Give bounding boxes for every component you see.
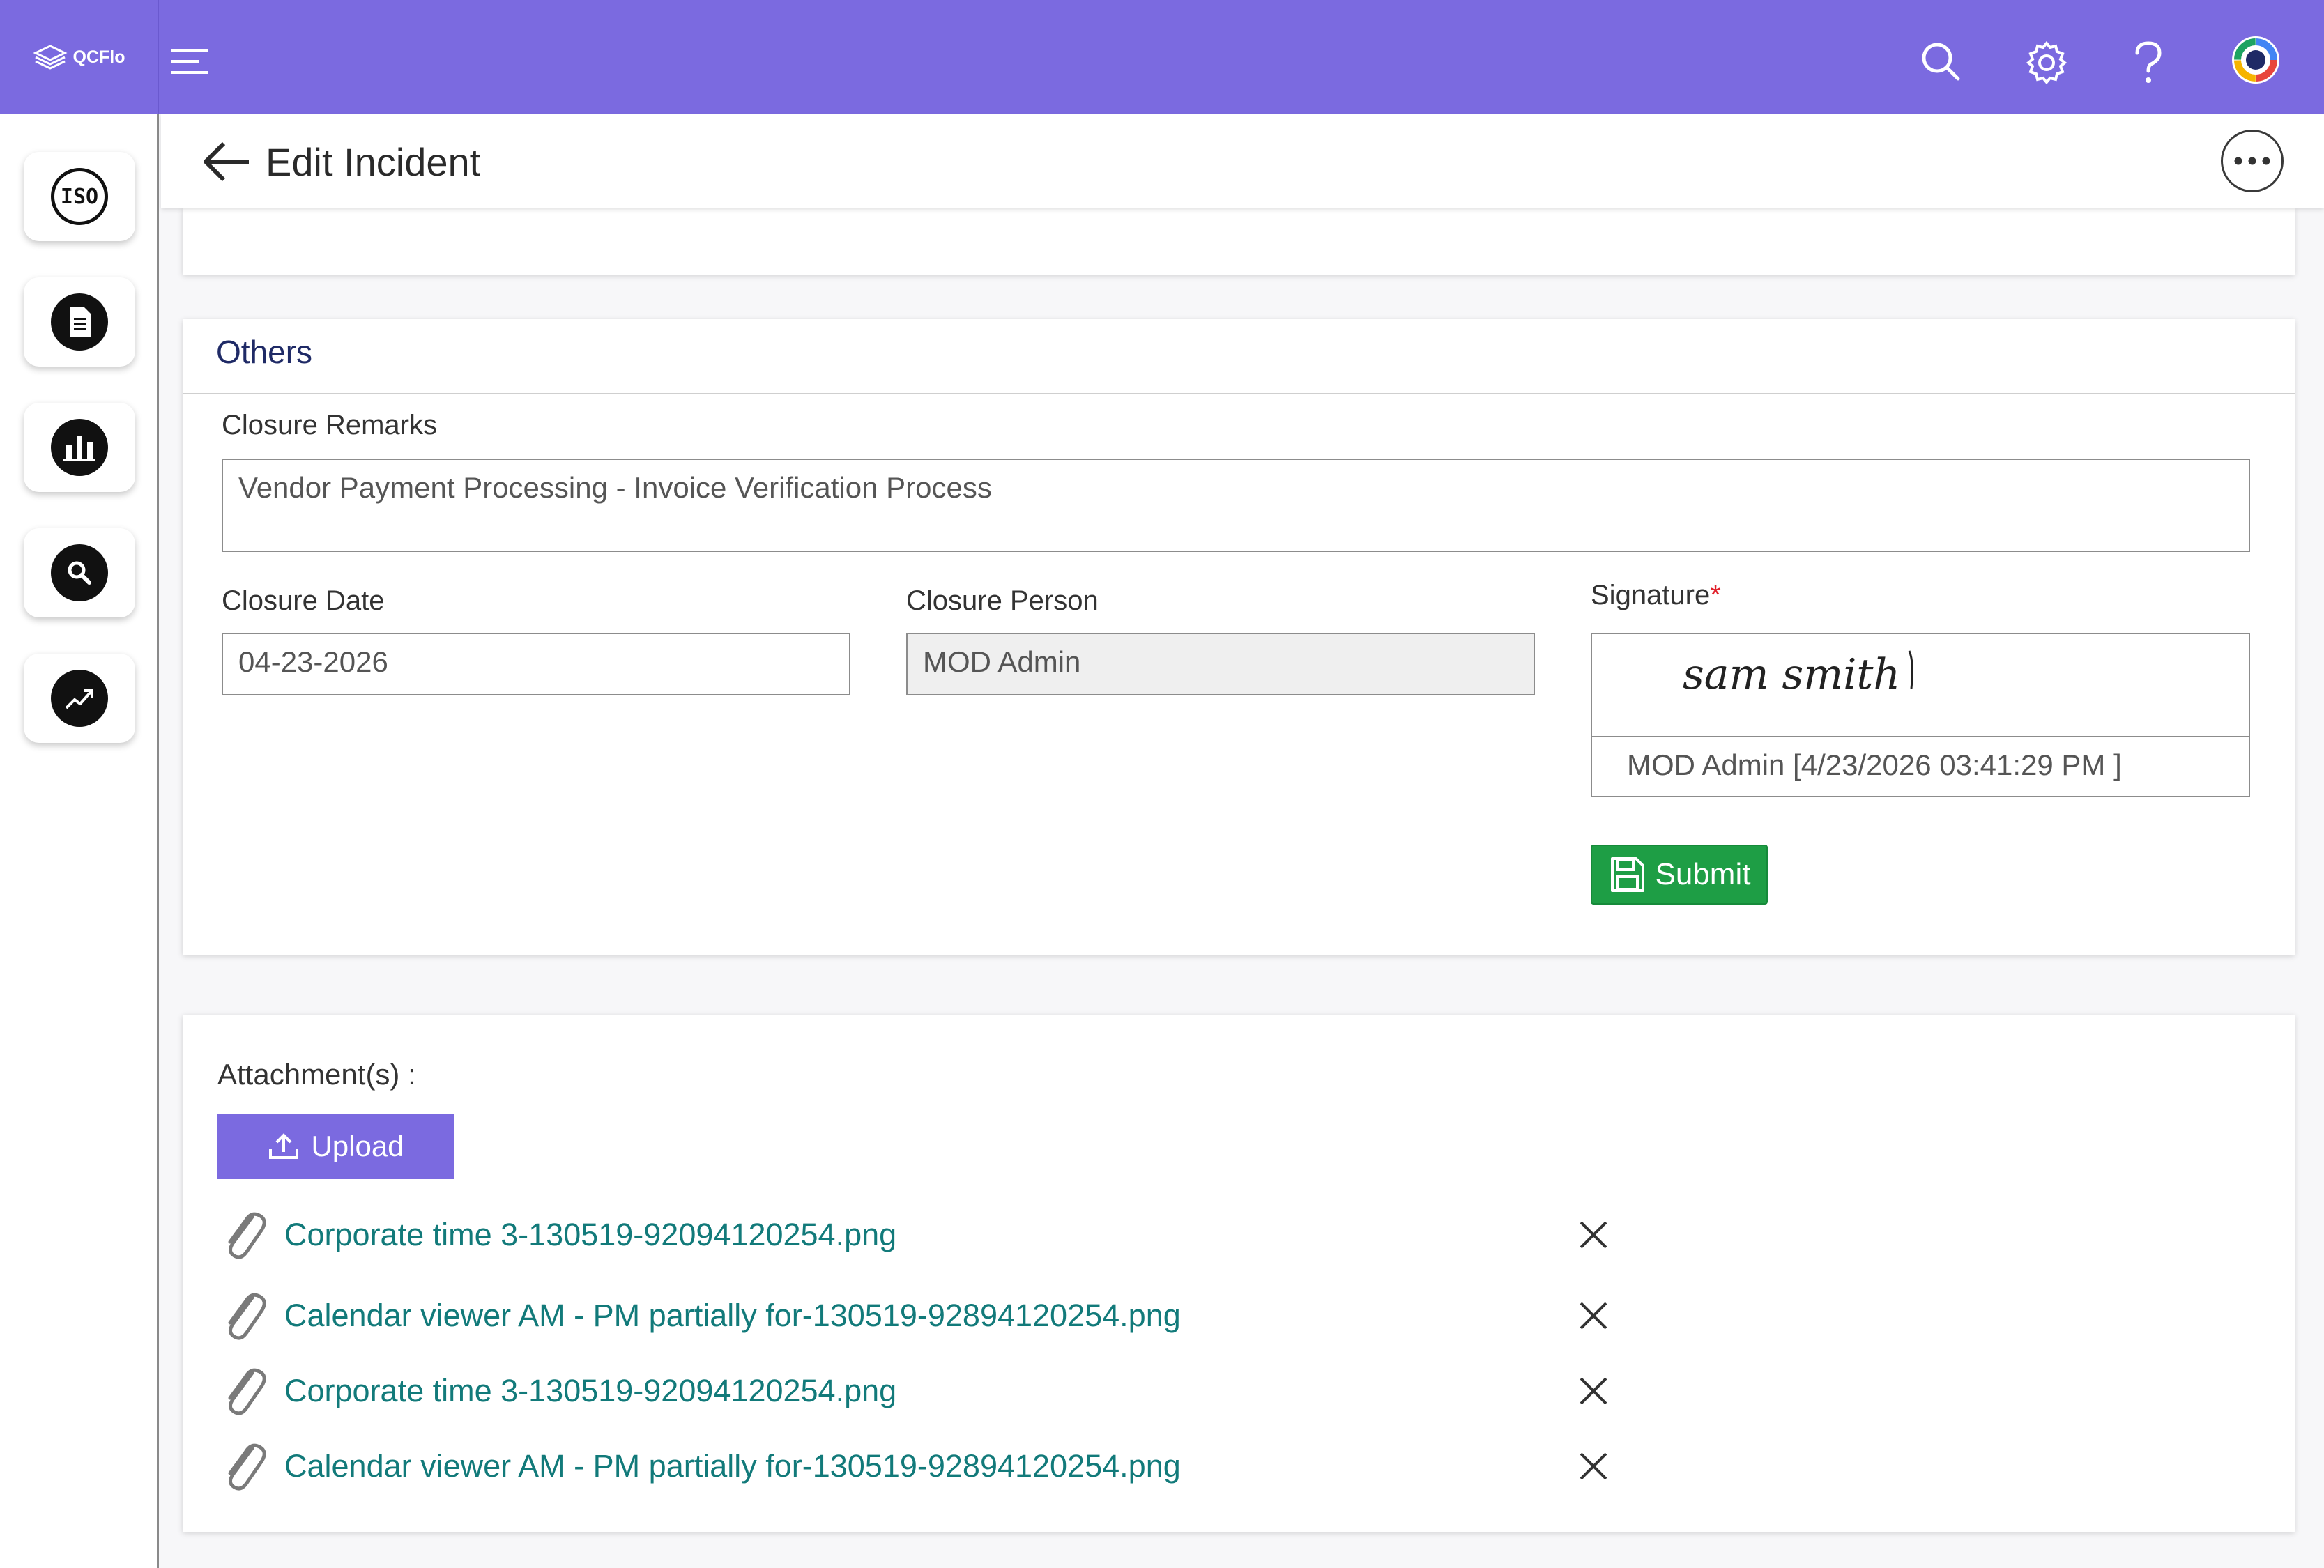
attachment-link[interactable]: Corporate time 3-130519-92094120254.png (284, 1373, 896, 1409)
search-icon (51, 544, 108, 601)
close-icon[interactable] (1578, 1220, 1609, 1250)
required-marker: * (1710, 580, 1721, 610)
paperclip-icon (228, 1368, 266, 1415)
section-title: Others (216, 334, 313, 370)
closure-date-label: Closure Date (222, 585, 385, 616)
sidebar-item-trends[interactable] (24, 654, 135, 743)
signature-label: Signature* (1591, 580, 1721, 611)
closure-remarks-label: Closure Remarks (222, 410, 437, 440)
others-section: Others Closure Remarks Vendor Payment Pr… (183, 319, 2295, 955)
signature-drawing: sam smith (1683, 650, 1900, 699)
brand-name: QCFlo (72, 47, 125, 67)
close-icon[interactable] (1578, 1451, 1609, 1482)
attachment-link[interactable]: Calendar viewer AM - PM partially for-13… (284, 1298, 1181, 1334)
upload-icon (269, 1133, 299, 1159)
document-icon (51, 293, 108, 351)
user-avatar-icon[interactable] (2231, 35, 2281, 85)
iso-icon: ISO (51, 168, 108, 225)
close-icon[interactable] (1578, 1376, 1609, 1406)
section-header: Others (183, 319, 2295, 394)
more-horizontal-icon (2234, 157, 2270, 165)
attachments-section: Attachment(s) : Upload Corporate time 3-… (183, 1015, 2295, 1532)
submit-label: Submit (1655, 857, 1751, 891)
trend-icon (51, 670, 108, 727)
paperclip-icon (228, 1293, 266, 1340)
attachment-row: Corporate time 3-130519-92094120254.png (217, 1207, 1612, 1263)
attachment-link[interactable]: Corporate time 3-130519-92094120254.png (284, 1217, 896, 1253)
back-arrow-icon[interactable] (201, 141, 252, 183)
signature-pad[interactable]: sam smith (1592, 634, 2249, 737)
signature-label-text: Signature (1591, 580, 1711, 610)
hamburger-menu-icon[interactable] (171, 47, 211, 75)
upload-button[interactable]: Upload (217, 1114, 454, 1179)
previous-section-card (183, 208, 2295, 275)
attachments-label: Attachment(s) : (217, 1058, 416, 1091)
layers-icon (33, 45, 67, 70)
paperclip-icon (228, 1212, 266, 1259)
closure-person-label: Closure Person (906, 585, 1099, 616)
sidebar: ISO (0, 114, 159, 1568)
close-icon[interactable] (1578, 1300, 1609, 1331)
more-options-button[interactable] (2221, 130, 2284, 192)
bar-chart-icon (51, 419, 108, 476)
top-bar: QCFlo (0, 0, 2324, 114)
sidebar-item-documents[interactable] (24, 277, 135, 367)
signature-image: sam smith (1683, 650, 1913, 699)
signature-meta: MOD Admin [4/23/2026 03:41:29 PM ] (1627, 748, 2122, 781)
save-icon (1610, 857, 1644, 892)
page-header: Edit Incident (161, 114, 2324, 208)
attachment-link[interactable]: Calendar viewer AM - PM partially for-13… (284, 1448, 1181, 1484)
paperclip-icon (228, 1443, 266, 1491)
submit-button[interactable]: Submit (1591, 845, 1768, 905)
closure-date-field[interactable]: 04-23-2026 (222, 633, 850, 695)
page-title: Edit Incident (266, 140, 481, 184)
attachment-row: Calendar viewer AM - PM partially for-13… (217, 1288, 1612, 1344)
sidebar-item-search[interactable] (24, 528, 135, 617)
upload-label: Upload (311, 1130, 404, 1162)
sidebar-item-reports[interactable] (24, 403, 135, 492)
brand-logo[interactable]: QCFlo (0, 0, 159, 114)
sidebar-item-iso[interactable]: ISO (24, 152, 135, 241)
signature-box[interactable]: sam smith MOD Admin [4/23/2026 03:41:29 … (1591, 633, 2250, 797)
gear-icon[interactable] (2024, 40, 2069, 85)
iso-icon-label: ISO (60, 184, 99, 209)
closure-remarks-field[interactable]: Vendor Payment Processing - Invoice Veri… (222, 459, 2250, 552)
closure-person-field: MOD Admin (906, 633, 1535, 695)
search-icon[interactable] (1920, 40, 1962, 82)
help-icon[interactable] (2133, 40, 2164, 85)
attachment-row: Corporate time 3-130519-92094120254.png (217, 1363, 1612, 1419)
attachment-row: Calendar viewer AM - PM partially for-13… (217, 1438, 1612, 1494)
